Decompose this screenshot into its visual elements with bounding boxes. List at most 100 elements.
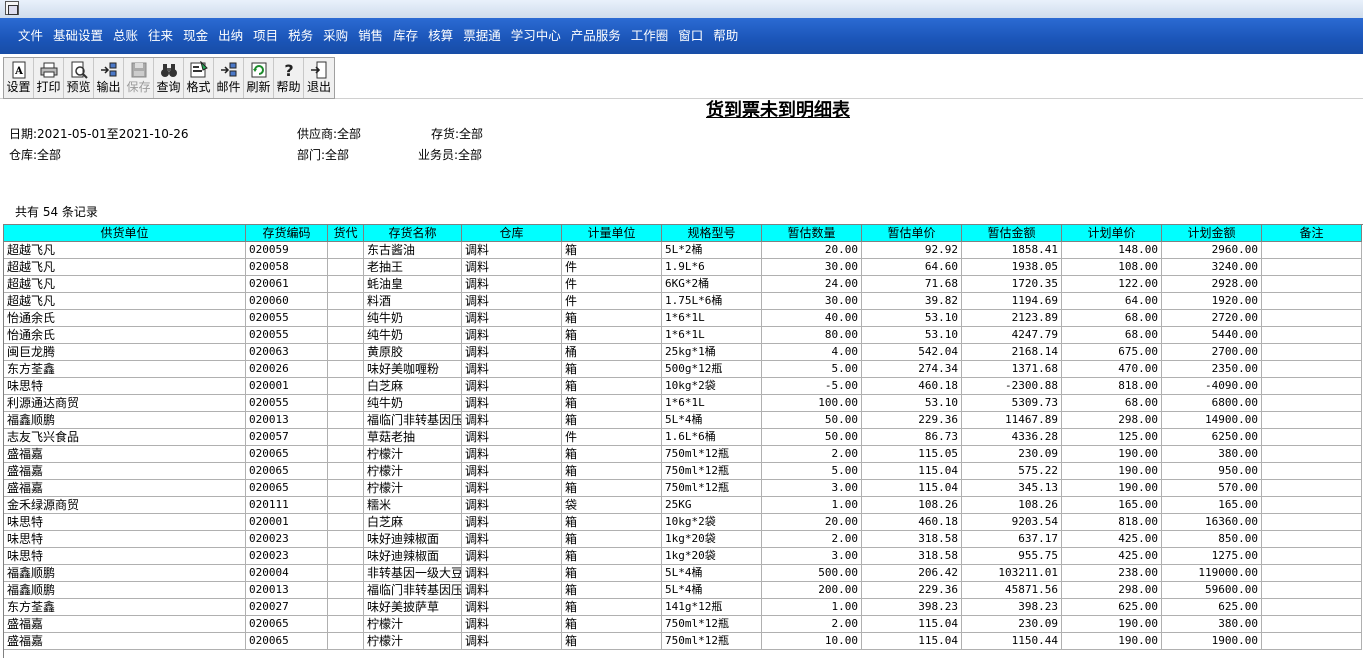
- table-row[interactable]: 超越飞凡 020061 蚝油皇 调料件 6KG*2桶 24.00 71.68 1720.35 1…: [4, 276, 1362, 293]
- toolbar-button-label: 预览: [66, 80, 91, 94]
- table-row[interactable]: 盛福嘉 020065 柠檬汁 调料箱 750ml*12瓶 10.00 115.04 1150.…: [4, 633, 1362, 650]
- column-header[interactable]: 计划单价: [1062, 225, 1162, 242]
- menu-item-15[interactable]: 工作圈: [626, 18, 674, 54]
- menu-item-17[interactable]: 帮助: [708, 18, 743, 54]
- table-cell: 袋: [562, 497, 662, 514]
- toolbar-button-label: 保存: [126, 80, 151, 94]
- menu-item-14[interactable]: 产品服务: [566, 18, 626, 54]
- table-cell: [1262, 259, 1362, 276]
- binoculars-icon: [160, 61, 178, 79]
- table-cell: 229.36: [862, 412, 962, 429]
- table-row[interactable]: 味思特 020023 味好迪辣椒面 调料箱 1kg*20袋 3.00 318.58 955.7…: [4, 548, 1362, 565]
- menu-item-3[interactable]: 往来: [143, 18, 178, 54]
- menu-item-13[interactable]: 学习中心: [506, 18, 566, 54]
- record-count: 共有 54 条记录: [15, 205, 98, 219]
- toolbar-button-5[interactable]: 查询: [154, 58, 184, 98]
- toolbar-button-3[interactable]: 输出: [94, 58, 124, 98]
- table-cell: 190.00: [1062, 616, 1162, 633]
- table-cell: 柠檬汁: [364, 446, 462, 463]
- table-row[interactable]: 味思特 020001 白芝麻 调料箱 10kg*2袋 -5.00 460.18 -2300.8…: [4, 378, 1362, 395]
- table-cell: [1262, 480, 1362, 497]
- menu-item-4[interactable]: 现金: [178, 18, 213, 54]
- table-row[interactable]: 东方荃鑫 020026 味好美咖喱粉 调料箱 500g*12瓶 5.00 274.34 137…: [4, 361, 1362, 378]
- menu-item-12[interactable]: 票据通: [458, 18, 506, 54]
- column-header[interactable]: 仓库: [462, 225, 562, 242]
- table-cell: 020065: [246, 633, 328, 650]
- table-row[interactable]: 福鑫顺鹏 020004 非转基因一级大豆 调料箱 5L*4桶 500.00 206.42 10…: [4, 565, 1362, 582]
- table-row[interactable]: 超越飞凡 020060 料酒 调料件 1.75L*6桶 30.00 39.82 1194.69…: [4, 293, 1362, 310]
- menu-item-16[interactable]: 窗口: [673, 18, 708, 54]
- menu-item-9[interactable]: 销售: [353, 18, 388, 54]
- table-cell: 味好美披萨草: [364, 599, 462, 616]
- menu-item-5[interactable]: 出纳: [213, 18, 248, 54]
- column-header[interactable]: 规格型号: [662, 225, 762, 242]
- table-cell: 柠檬汁: [364, 463, 462, 480]
- toolbar-button-9[interactable]: ? 帮助: [274, 58, 304, 98]
- menu-item-6[interactable]: 项目: [248, 18, 283, 54]
- column-header[interactable]: 供货单位: [4, 225, 246, 242]
- menu-item-2[interactable]: 总账: [108, 18, 143, 54]
- toolbar-button-6[interactable]: 格式: [184, 58, 214, 98]
- table-cell: 调料: [462, 327, 562, 344]
- toolbar-button-1[interactable]: 打印: [34, 58, 64, 98]
- table-cell: [1262, 633, 1362, 650]
- table-cell: 件: [562, 429, 662, 446]
- table-row[interactable]: 味思特 020023 味好迪辣椒面 调料箱 1kg*20袋 2.00 318.58 637.1…: [4, 531, 1362, 548]
- toolbar-button-2[interactable]: 预览: [64, 58, 94, 98]
- column-header[interactable]: 存货名称: [364, 225, 462, 242]
- table-row[interactable]: 闽巨龙腾 020063 黄原胶 调料桶 25kg*1桶 4.00 542.04 2168.14…: [4, 344, 1362, 361]
- table-cell: [1262, 378, 1362, 395]
- column-header[interactable]: 计划金额: [1162, 225, 1262, 242]
- menu-item-0[interactable]: 文件: [13, 18, 48, 54]
- column-header[interactable]: 存货编码: [246, 225, 328, 242]
- table-row[interactable]: 盛福嘉 020065 柠檬汁 调料箱 750ml*12瓶 2.00 115.04 230.09…: [4, 616, 1362, 633]
- menu-item-1[interactable]: 基础设置: [48, 18, 108, 54]
- toolbar-button-10[interactable]: 退出: [304, 58, 334, 98]
- table-row[interactable]: 利源通达商贸 020055 纯牛奶 调料箱 1*6*1L 100.00 53.10 5309.…: [4, 395, 1362, 412]
- table-row[interactable]: 怡通余氏 020055 纯牛奶 调料箱 1*6*1L 40.00 53.10 2123.89 6…: [4, 310, 1362, 327]
- table-row[interactable]: 怡通余氏 020055 纯牛奶 调料箱 1*6*1L 80.00 53.10 4247.79 6…: [4, 327, 1362, 344]
- window-title-bar: [0, 0, 1363, 19]
- table-row[interactable]: 盛福嘉 020065 柠檬汁 调料箱 750ml*12瓶 5.00 115.04 575.22…: [4, 463, 1362, 480]
- menu-item-11[interactable]: 核算: [423, 18, 458, 54]
- table-cell: 调料: [462, 344, 562, 361]
- table-cell: 老抽王: [364, 259, 462, 276]
- table-cell: 25KG: [662, 497, 762, 514]
- menu-item-8[interactable]: 采购: [318, 18, 353, 54]
- table-row[interactable]: 志友飞兴食品 020057 草菇老抽 调料件 1.6L*6桶 50.00 86.73 4336…: [4, 429, 1362, 446]
- column-header[interactable]: 计量单位: [562, 225, 662, 242]
- table-cell: 190.00: [1062, 480, 1162, 497]
- table-row[interactable]: 盛福嘉 020065 柠檬汁 调料箱 750ml*12瓶 3.00 115.04 345.13…: [4, 480, 1362, 497]
- toolbar-button-0[interactable]: A 设置: [4, 58, 34, 98]
- column-header[interactable]: 备注: [1262, 225, 1362, 242]
- toolbar-button-7[interactable]: 邮件: [214, 58, 244, 98]
- table-row[interactable]: 福鑫顺鹏 020013 福临门非转基因压 调料箱 5L*4桶 50.00 229.36 114…: [4, 412, 1362, 429]
- report-grid[interactable]: 供货单位 存货编码 货代 存货名称 仓库 计量单位 规格型号 暂估数量 暂估单价 暂估金额 计划单价…: [3, 224, 1363, 658]
- menu-item-10[interactable]: 库存: [388, 18, 423, 54]
- table-row[interactable]: 超越飞凡 020058 老抽王 调料件 1.9L*6 30.00 64.60 1938.05 1…: [4, 259, 1362, 276]
- table-cell: 165.00: [1062, 497, 1162, 514]
- menu-item-7[interactable]: 税务: [283, 18, 318, 54]
- table-cell: 25kg*1桶: [662, 344, 762, 361]
- table-row[interactable]: 福鑫顺鹏 020013 福临门非转基因压 调料箱 5L*4桶 200.00 229.36 45…: [4, 582, 1362, 599]
- table-cell: 调料: [462, 259, 562, 276]
- column-header[interactable]: 暂估数量: [762, 225, 862, 242]
- column-header[interactable]: 暂估单价: [862, 225, 962, 242]
- table-cell: 86.73: [862, 429, 962, 446]
- table-cell: 020004: [246, 565, 328, 582]
- column-header[interactable]: 暂估金额: [962, 225, 1062, 242]
- table-cell: 2350.00: [1162, 361, 1262, 378]
- table-cell: 糯米: [364, 497, 462, 514]
- table-cell: 草菇老抽: [364, 429, 462, 446]
- toolbar-button-8[interactable]: 刷新: [244, 58, 274, 98]
- table-row[interactable]: 东方荃鑫 020027 味好美披萨草 调料箱 141g*12瓶 1.00 398.23 398…: [4, 599, 1362, 616]
- table-row[interactable]: 盛福嘉 020065 柠檬汁 调料箱 750ml*12瓶 2.00 115.05 230.09…: [4, 446, 1362, 463]
- table-cell: 1275.00: [1162, 548, 1262, 565]
- table-row[interactable]: 超越飞凡 020059 东古酱油 调料箱 5L*2桶 20.00 92.92 1858.41 1…: [4, 242, 1362, 259]
- table-cell: 福鑫顺鹏: [4, 565, 246, 582]
- column-header[interactable]: 货代: [328, 225, 364, 242]
- table-cell: 115.05: [862, 446, 962, 463]
- table-row[interactable]: 金禾绿源商贸 020111 糯米 调料袋 25KG 1.00 108.26 108.26 165…: [4, 497, 1362, 514]
- table-row[interactable]: 味思特 020001 白芝麻 调料箱 10kg*2袋 20.00 460.18 9203.54…: [4, 514, 1362, 531]
- table-cell: 1kg*20袋: [662, 531, 762, 548]
